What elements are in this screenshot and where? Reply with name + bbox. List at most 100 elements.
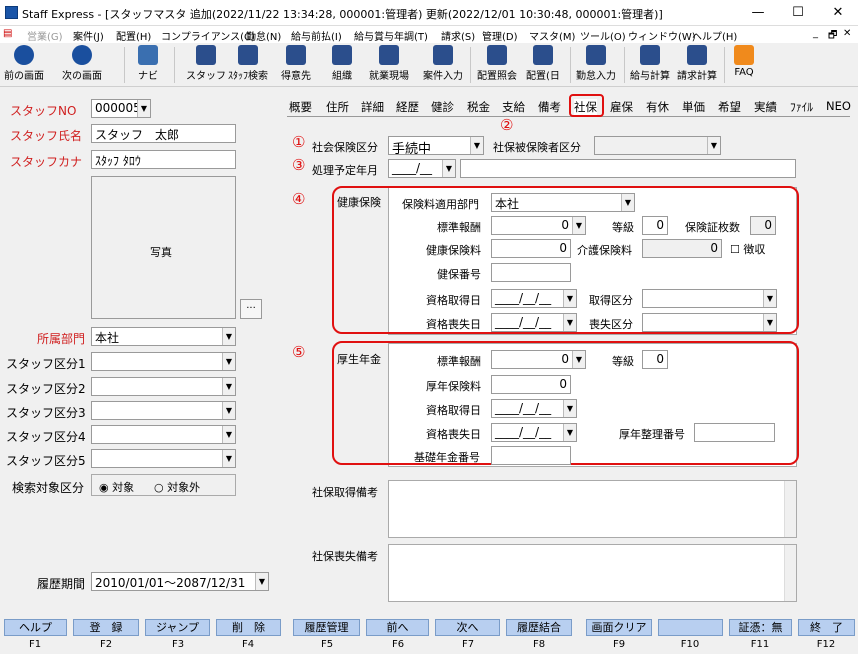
menu-kanri[interactable]: 管理(D) <box>482 28 518 43</box>
soshitsu-kubun-select[interactable]: ▼ <box>642 313 777 332</box>
kosei-hokenryo-field[interactable]: 0 <box>491 375 571 394</box>
placement-daily-button[interactable]: 配置(日 <box>526 45 560 82</box>
chevron-down-icon[interactable]: ▼ <box>137 100 150 117</box>
tab-keireki[interactable]: 経歴 <box>396 99 419 115</box>
kosei-shutoku-select[interactable]: ____/__/__ ▼ <box>491 399 577 418</box>
tab-kibo[interactable]: 希望 <box>718 99 741 115</box>
tab-kenshin[interactable]: 健診 <box>431 99 454 115</box>
menu-haichi[interactable]: 配置(H) <box>116 28 151 43</box>
kiso-bango-field[interactable] <box>491 446 571 465</box>
close-button[interactable]: ✕ <box>818 0 858 26</box>
kenko-hokenryo-field[interactable]: 0 <box>491 239 571 258</box>
menu-anken[interactable]: 案件(J) <box>73 28 104 43</box>
chevron-down-icon[interactable]: ▼ <box>222 402 235 419</box>
kosei-soshitsu-select[interactable]: ____/__/__ ▼ <box>491 423 577 442</box>
chevron-down-icon[interactable]: ▼ <box>563 290 576 307</box>
placement-inquiry-button[interactable]: 配置照会 <box>477 45 517 82</box>
menu-compliance[interactable]: コンプライアンス(C) <box>161 28 255 43</box>
menu-kyuyo[interactable]: 給与賞与年調(T) <box>354 28 428 43</box>
organization-button[interactable]: 組織 <box>332 45 352 82</box>
kaigo-field[interactable]: 0 <box>642 239 722 258</box>
chevron-down-icon[interactable]: ▼ <box>563 314 576 331</box>
choshu-checkbox[interactable]: ☐ 徴収 <box>730 241 765 257</box>
tab-gaiyo[interactable]: 概要 <box>289 99 312 115</box>
chevron-down-icon[interactable]: ▼ <box>763 314 776 331</box>
seiri-bango-field[interactable] <box>694 423 775 442</box>
chevron-down-icon[interactable]: ▼ <box>470 137 483 154</box>
staff-kubun2-select[interactable]: ▼ <box>91 377 236 396</box>
dept-select[interactable]: 本社 ▼ <box>91 327 236 346</box>
chevron-down-icon[interactable]: ▼ <box>572 351 585 368</box>
menu-maebarai[interactable]: 給与前払(I) <box>291 28 342 43</box>
kosei-hyojun-select[interactable]: 0 ▼ <box>491 350 586 369</box>
staff-kana-field[interactable]: ｽﾀｯﾌ ﾀﾛｳ <box>91 150 236 169</box>
menu-master[interactable]: マスタ(M) <box>529 28 575 43</box>
menu-eigyo[interactable]: 営業(G) <box>27 28 63 43</box>
scrollbar[interactable] <box>784 481 796 537</box>
tab-zeikin[interactable]: 税金 <box>467 99 490 115</box>
soshitsu-biko-textarea[interactable] <box>388 544 797 602</box>
chevron-down-icon[interactable]: ▼ <box>222 426 235 443</box>
staff-kubun4-select[interactable]: ▼ <box>91 425 236 444</box>
staff-button[interactable]: スタッフ <box>186 45 226 82</box>
chevron-down-icon[interactable]: ▼ <box>222 450 235 467</box>
faq-button[interactable]: FAQ <box>734 45 754 78</box>
chevron-down-icon[interactable]: ▼ <box>222 328 235 345</box>
billing-calc-button[interactable]: 請求計算 <box>677 45 717 82</box>
kenpo-bango-field[interactable] <box>491 263 571 282</box>
attendance-input-button[interactable]: 勤怠入力 <box>576 45 616 82</box>
period-select[interactable]: 2010/01/01～2087/12/31 ▼ <box>91 572 269 591</box>
photo-browse-button[interactable]: ... <box>240 299 262 319</box>
f11-evidence-button[interactable]: 証憑：無 <box>729 619 792 636</box>
kenko-hyojun-select[interactable]: 0 ▼ <box>491 216 586 235</box>
menu-kintai[interactable]: 勤怠(N) <box>246 28 281 43</box>
staff-kubun1-select[interactable]: ▼ <box>91 352 236 371</box>
maximize-button[interactable]: ☐ <box>778 0 818 26</box>
worksite-button[interactable]: 就業現場 <box>369 45 409 82</box>
f10-button[interactable] <box>658 619 723 636</box>
staff-name-field[interactable]: スタッフ 太郎 <box>91 124 236 143</box>
f5-history-button[interactable]: 履歴管理 <box>293 619 360 636</box>
chevron-down-icon[interactable]: ▼ <box>442 160 455 177</box>
navi-button[interactable]: ナビ <box>138 45 158 82</box>
f7-next-button[interactable]: 次へ <box>435 619 500 636</box>
f6-prev-button[interactable]: 前へ <box>366 619 429 636</box>
menu-seikyu[interactable]: 請求(S) <box>441 28 475 43</box>
tab-neo[interactable]: NEO <box>826 99 851 113</box>
case-input-button[interactable]: 案件入力 <box>423 45 463 82</box>
staff-no-select[interactable]: 000005 ▼ <box>91 99 151 118</box>
f8-merge-button[interactable]: 履歴結合 <box>506 619 572 636</box>
staff-kubun5-select[interactable]: ▼ <box>91 449 236 468</box>
chevron-down-icon[interactable]: ▼ <box>763 290 776 307</box>
menu-tool[interactable]: ツール(O) <box>580 28 626 43</box>
f12-exit-button[interactable]: 終 了 <box>798 619 855 636</box>
kenko-dept-select[interactable]: 本社 ▼ <box>491 193 635 212</box>
chevron-down-icon[interactable]: ▼ <box>255 573 268 590</box>
kenko-maisu-field[interactable]: 0 <box>750 216 776 235</box>
minimize-button[interactable]: — <box>738 0 778 26</box>
f3-jump-button[interactable]: ジャンプ <box>145 619 210 636</box>
tab-shikyu[interactable]: 支給 <box>502 99 525 115</box>
kosei-tokyu-field[interactable]: 0 <box>642 350 668 369</box>
f9-clear-button[interactable]: 画面クリア <box>586 619 652 636</box>
tab-jusho[interactable]: 住所 <box>326 99 349 115</box>
chevron-down-icon[interactable]: ▼ <box>707 137 720 154</box>
f2-register-button[interactable]: 登 録 <box>73 619 139 636</box>
staff-kubun3-select[interactable]: ▼ <box>91 401 236 420</box>
photo-frame[interactable]: 写真 <box>91 176 236 319</box>
client-button[interactable]: 得意先 <box>281 45 311 82</box>
kenko-tokyu-field[interactable]: 0 <box>642 216 668 235</box>
chevron-down-icon[interactable]: ▼ <box>563 400 576 417</box>
chevron-down-icon[interactable]: ▼ <box>563 424 576 441</box>
f1-help-button[interactable]: ヘルプ <box>4 619 67 636</box>
tab-jisseki[interactable]: 実績 <box>754 99 777 115</box>
chevron-down-icon[interactable]: ▼ <box>222 378 235 395</box>
mdi-minimize-button[interactable]: _ <box>813 28 818 39</box>
chevron-down-icon[interactable]: ▼ <box>222 353 235 370</box>
tab-shosai[interactable]: 詳細 <box>361 99 384 115</box>
prev-screen-button[interactable]: 前の画面 <box>4 45 44 82</box>
menu-window[interactable]: ウィンドウ(W) <box>628 28 696 43</box>
tab-file[interactable]: ﾌｧｲﾙ <box>790 99 813 115</box>
shutoku-biko-textarea[interactable] <box>388 480 797 538</box>
kenko-shutoku-select[interactable]: ____/__/__ ▼ <box>491 289 577 308</box>
